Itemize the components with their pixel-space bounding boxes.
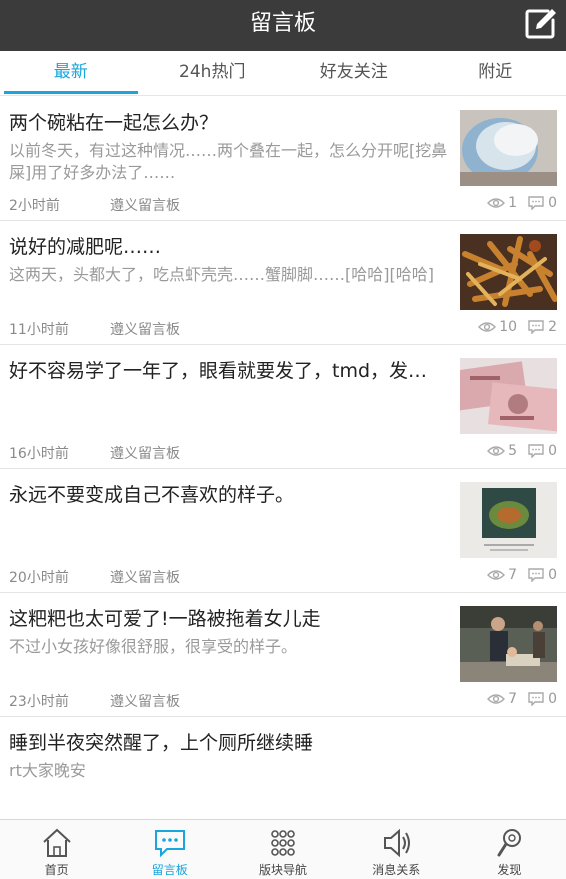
tab-nearby[interactable]: 附近 (425, 51, 566, 95)
post-thumbnail[interactable] (460, 110, 557, 186)
list-item[interactable]: 说好的减肥呢…… 这两天，头都大了，吃点虾壳壳……蟹脚脚……[哈哈][哈哈] 1… (0, 221, 566, 345)
post-title: 永远不要变成自己不喜欢的样子。 (9, 484, 295, 506)
post-title: 好不容易学了一年了，眼看就要发了，tmd，发… (9, 360, 428, 382)
nav-label: 发现 (497, 863, 522, 877)
tab-24h-hot[interactable]: 24h热门 (142, 51, 284, 95)
eye-icon (478, 322, 497, 332)
eye-icon (487, 446, 506, 456)
comment-icon (528, 568, 544, 582)
view-count: 7 (508, 567, 518, 583)
post-time: 20小时前 (9, 570, 69, 586)
post-time: 23小时前 (9, 694, 69, 710)
message-board-icon (154, 830, 185, 858)
nav-label: 版块导航 (259, 863, 308, 877)
app-header: 留言板 (0, 0, 566, 51)
post-board-link[interactable]: 遵义留言板 (110, 195, 180, 215)
post-stats: 7 0 (487, 691, 557, 707)
post-title: 这粑粑也太可爱了!一路被拖着女儿走 (9, 608, 321, 630)
post-stats: 10 2 (478, 319, 557, 335)
post-board-link[interactable]: 遵义留言板 (110, 319, 180, 339)
home-icon (42, 828, 71, 857)
nav-label: 消息关系 (372, 863, 421, 877)
list-item[interactable]: 睡到半夜突然醒了，上个厕所继续睡 rt大家晚安 (0, 717, 566, 819)
post-board-link[interactable]: 遵义留言板 (110, 567, 180, 587)
view-count: 10 (499, 319, 518, 335)
post-thumbnail[interactable] (460, 234, 557, 310)
nav-label: 留言板 (151, 863, 188, 877)
view-count: 7 (508, 691, 518, 707)
post-thumbnail[interactable] (460, 606, 557, 682)
post-thumbnail[interactable] (460, 358, 557, 434)
comment-count: 0 (548, 567, 557, 583)
post-board-link[interactable]: 遵义留言板 (110, 691, 180, 711)
comment-count: 2 (548, 319, 557, 335)
list-item[interactable]: 永远不要变成自己不喜欢的样子。 20小时前 遵义留言板 7 0 (0, 469, 566, 593)
comment-count: 0 (548, 195, 557, 211)
comment-count: 0 (548, 691, 557, 707)
list-item[interactable]: 两个碗粘在一起怎么办？ 以前冬天，有过这种情况……两个叠在一起，怎么分开呢[挖鼻… (0, 97, 566, 221)
eye-icon (487, 198, 506, 208)
tab-latest[interactable]: 最新 (0, 51, 142, 95)
eye-icon (487, 694, 506, 704)
nav-label: 首页 (44, 863, 69, 877)
post-excerpt: 以前冬天，有过这种情况……两个叠在一起，怎么分开呢[挖鼻屎]用了好多办法了…… (9, 141, 448, 182)
comment-icon (528, 196, 544, 210)
post-title: 两个碗粘在一起怎么办？ (9, 112, 219, 134)
discover-icon (497, 829, 522, 857)
post-time: 11小时前 (9, 322, 69, 338)
nav-message-board[interactable]: 留言板 (113, 820, 226, 879)
post-stats: 7 0 (487, 567, 557, 583)
nav-board-navigation[interactable]: 版块导航 (226, 820, 339, 879)
tab-bar: 最新 24h热门 好友关注 附近 (0, 51, 566, 96)
nav-discover[interactable]: 发现 (453, 820, 566, 879)
grid-icon (271, 830, 295, 856)
post-thumbnail[interactable] (460, 482, 557, 558)
tab-friends[interactable]: 好友关注 (283, 51, 425, 95)
post-feed[interactable]: 两个碗粘在一起怎么办？ 以前冬天，有过这种情况……两个叠在一起，怎么分开呢[挖鼻… (0, 97, 566, 819)
view-count: 5 (508, 443, 518, 459)
speaker-icon (384, 828, 411, 858)
comment-count: 0 (548, 443, 557, 459)
nav-home[interactable]: 首页 (0, 820, 113, 879)
post-excerpt: 这两天，头都大了，吃点虾壳壳……蟹脚脚……[哈哈][哈哈] (9, 265, 434, 284)
comment-icon (528, 444, 544, 458)
bottom-nav: 首页 留言板 版块导航 消息关系 发现 (0, 819, 566, 879)
page-title: 留言板 (249, 11, 316, 36)
comment-icon (528, 692, 544, 706)
post-title: 睡到半夜突然醒了，上个厕所继续睡 (9, 732, 314, 754)
list-item[interactable]: 这粑粑也太可爱了!一路被拖着女儿走 不过小女孩好像很舒服，很享受的样子。 23小… (0, 593, 566, 717)
post-board-link[interactable]: 遵义留言板 (110, 443, 180, 463)
post-title: 说好的减肥呢…… (9, 236, 162, 258)
comment-icon (528, 320, 544, 334)
list-item[interactable]: 好不容易学了一年了，眼看就要发了，tmd，发… 16小时前 遵义留言板 5 0 (0, 345, 566, 469)
post-time: 2小时前 (9, 198, 60, 214)
view-count: 1 (508, 195, 518, 211)
compose-icon[interactable] (522, 6, 558, 42)
post-excerpt: 不过小女孩好像很舒服，很享受的样子。 (9, 637, 298, 656)
post-stats: 5 0 (487, 443, 557, 459)
post-time: 16小时前 (9, 446, 69, 462)
eye-icon (487, 570, 506, 580)
post-stats: 1 0 (487, 195, 557, 211)
post-excerpt: rt大家晚安 (9, 761, 86, 780)
nav-messages[interactable]: 消息关系 (340, 820, 453, 879)
